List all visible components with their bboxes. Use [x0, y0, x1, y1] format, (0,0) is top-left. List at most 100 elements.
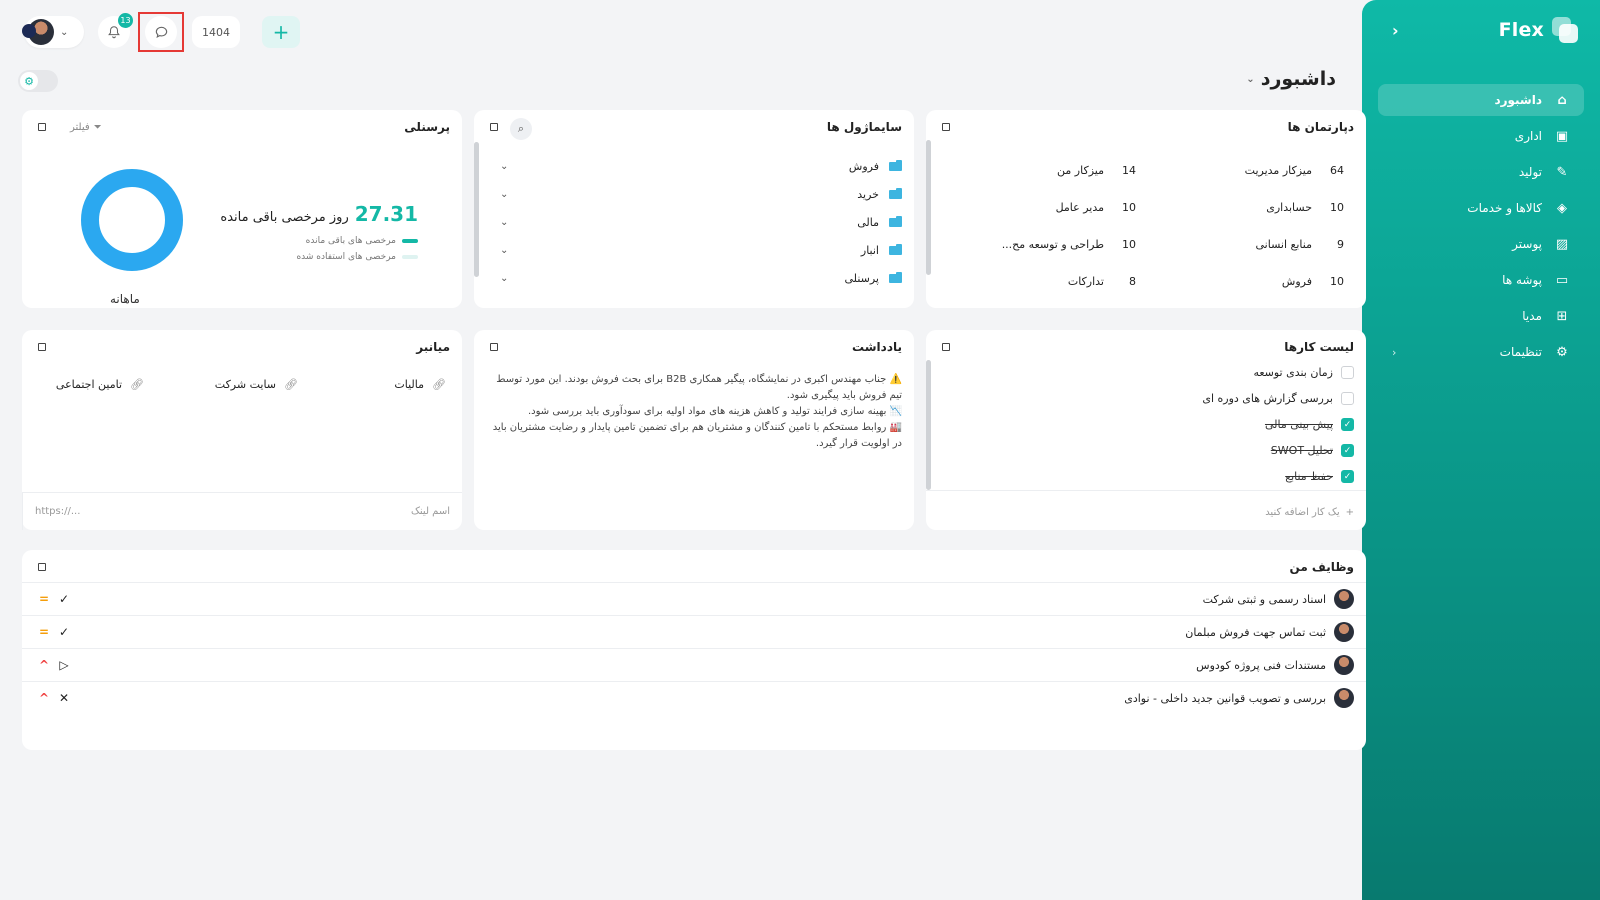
card-menu-button[interactable] [38, 123, 46, 131]
job-row[interactable]: مستندات فنی پروژه کودوس ▷ ^ [22, 648, 1366, 681]
shortcut-link[interactable]: 🔗︎ مالیات [394, 378, 446, 391]
year-selector[interactable]: 1404 [192, 16, 240, 48]
task-item[interactable]: ✓ پیش بینی مالی [1265, 418, 1354, 431]
job-row[interactable]: ثبت تماس جهت فروش مبلمان ✓ = [22, 615, 1366, 648]
close-icon[interactable]: ✕ [54, 691, 74, 705]
job-row[interactable]: اسناد رسمی و ثبتی شرکت ✓ = [22, 582, 1366, 615]
shortcut-link[interactable]: 🔗︎ تامین اجتماعی [56, 378, 144, 391]
task-checkbox[interactable] [1341, 366, 1354, 379]
module-item[interactable]: مالی ⌄ [492, 212, 902, 232]
card-menu-button[interactable] [38, 563, 46, 571]
task-item[interactable]: زمان بندی توسعه [1253, 366, 1354, 379]
department-item[interactable]: 14 میزکار من [1057, 164, 1136, 177]
chevron-down-icon[interactable]: ⌄ [492, 161, 508, 172]
chat-button[interactable] [138, 12, 184, 52]
my-jobs-card: وظایف من اسناد رسمی و ثبتی شرکت ✓ = ثبت تم… [22, 550, 1366, 750]
filter-button[interactable]: ⏷ فیلتر [70, 122, 102, 133]
departments-card: دپارتمان ها 64 میزکار مدیریت 14 میزکار من … [926, 110, 1366, 308]
chevron-down-icon[interactable]: ⌄ [492, 217, 508, 228]
gear-icon: ⚙ [20, 72, 38, 90]
period-label: ماهانه [110, 292, 140, 306]
folder-icon [889, 187, 902, 199]
brand-name: Flex [1498, 19, 1544, 41]
module-item[interactable]: پرسنلی ⌄ [492, 268, 902, 288]
sidebar-item-media[interactable]: ⊞ مدیا [1378, 300, 1584, 332]
task-checkbox[interactable]: ✓ [1341, 418, 1354, 431]
globe-icon: ⊞ [1556, 308, 1568, 324]
avatar [1334, 688, 1354, 708]
sidebar-item-label: تنظیمات [1499, 345, 1542, 359]
department-item[interactable]: 10 طراحی و توسعه مح... [1002, 238, 1136, 251]
module-item[interactable]: انبار ⌄ [492, 240, 902, 260]
card-menu-button[interactable] [490, 123, 498, 131]
scrollbar[interactable] [926, 360, 931, 490]
module-item[interactable]: خرید ⌄ [492, 184, 902, 204]
job-row[interactable]: بررسی و تصویب قوانین جدید داخلی - نوادی ✕… [22, 681, 1366, 714]
avatar [1334, 655, 1354, 675]
note-text[interactable]: ⚠️ جناب مهندس اکبری در نمایشگاه، پیگیر ه… [492, 372, 902, 452]
chevron-down-icon[interactable]: ⌄ [492, 273, 508, 284]
module-item[interactable]: فروش ⌄ [492, 156, 902, 176]
link-icon: 🔗︎ [432, 378, 446, 391]
scrollbar[interactable] [474, 142, 479, 277]
legend-swatch [402, 239, 418, 243]
link-icon: 🔗︎ [284, 378, 298, 391]
chevron-down-icon[interactable]: ⌄ [492, 189, 508, 200]
play-icon[interactable]: ▷ [54, 658, 74, 672]
folder-icon [889, 243, 902, 255]
sidebar-item-products[interactable]: ◈ کالاها و خدمات [1378, 192, 1584, 224]
task-checkbox[interactable] [1341, 392, 1354, 405]
department-item[interactable]: 10 فروش [1282, 275, 1344, 288]
sidebar-item-label: تولید [1518, 165, 1542, 179]
link-name-input[interactable]: اسم لینک [330, 492, 462, 530]
card-menu-button[interactable] [490, 343, 498, 351]
sidebar-item-poster[interactable]: ▨ پوستر [1378, 228, 1584, 260]
avatar [1334, 622, 1354, 642]
notifications-button[interactable]: 13 [98, 13, 133, 48]
settings-toggle[interactable]: ⚙ [18, 70, 58, 92]
card-menu-button[interactable] [942, 343, 950, 351]
check-icon[interactable]: ✓ [54, 625, 74, 639]
card-title: یادداشت [852, 340, 902, 354]
user-menu[interactable]: ⌄ [22, 16, 84, 48]
department-item[interactable]: 9 منابع انسانی [1256, 238, 1345, 251]
folder-icon: ▭ [1555, 272, 1569, 288]
department-item[interactable]: 10 حسابداری [1266, 201, 1344, 214]
task-item[interactable]: ✓ حفظ منابع [1285, 470, 1354, 483]
link-url-input[interactable]: https://... [22, 492, 330, 530]
plus-icon: + [1345, 507, 1354, 518]
search-button[interactable]: ⌕ [510, 118, 532, 140]
leave-remaining-value: 27.31 [354, 202, 418, 226]
priority-high-icon: ^ [38, 658, 50, 672]
brand[interactable]: Flex [1499, 17, 1578, 43]
department-item[interactable]: 8 تدارکات [1068, 275, 1136, 288]
shortcut-link[interactable]: 🔗︎ سایت شرکت [215, 378, 298, 391]
sidebar-item-office[interactable]: ▣ اداری [1378, 120, 1584, 152]
department-item[interactable]: 10 مدیر عامل [1056, 201, 1136, 214]
sidebar-item-dashboard[interactable]: ⌂ داشبورد [1378, 84, 1584, 116]
chevron-left-icon: ‹ [1392, 345, 1397, 359]
page-title[interactable]: داشبورد ⌄ [1246, 68, 1336, 90]
task-checkbox[interactable]: ✓ [1341, 444, 1354, 457]
sidebar-item-production[interactable]: ✎ تولید [1378, 156, 1584, 188]
task-item[interactable]: بررسی گزارش های دوره ای [1202, 392, 1354, 405]
department-item[interactable]: 64 میزکار مدیریت [1245, 164, 1344, 177]
sidebar-item-settings[interactable]: ⚙ تنظیمات ‹ [1378, 336, 1584, 368]
chevron-left-icon[interactable]: ‹ [1392, 21, 1399, 40]
note-line: 📉 بهینه سازی فرایند تولید و کاهش هزینه ه… [528, 406, 902, 417]
card-menu-button[interactable] [942, 123, 950, 131]
add-button[interactable]: + [262, 16, 300, 48]
search-icon: ⌕ [517, 122, 525, 135]
chat-icon [155, 26, 167, 38]
image-icon: ▨ [1555, 236, 1569, 252]
sidebar-item-folders[interactable]: ▭ پوشه ها [1378, 264, 1584, 296]
card-menu-button[interactable] [38, 343, 46, 351]
add-task-input[interactable]: + یک کار اضافه کنید [1265, 507, 1354, 518]
scrollbar[interactable] [926, 140, 931, 275]
check-icon[interactable]: ✓ [54, 592, 74, 606]
brand-logo [1552, 17, 1578, 43]
task-item[interactable]: ✓ تحلیل SWOT [1271, 444, 1354, 457]
task-checkbox[interactable]: ✓ [1341, 470, 1354, 483]
chevron-down-icon: ⌄ [1246, 73, 1255, 85]
chevron-down-icon[interactable]: ⌄ [492, 245, 508, 256]
